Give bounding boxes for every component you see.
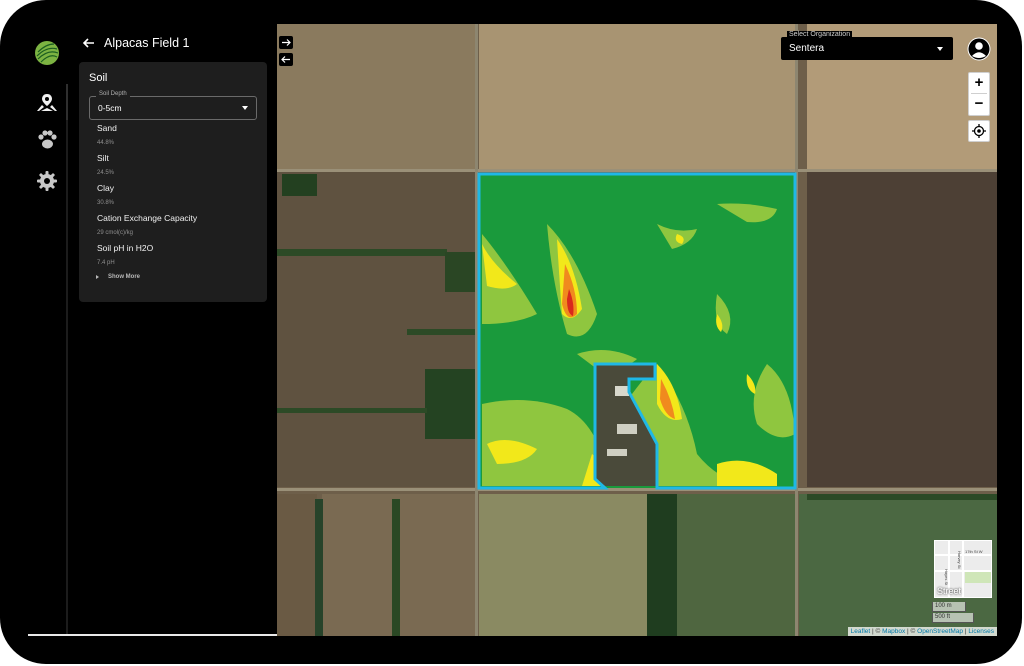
minimap-layer-label: Street bbox=[937, 586, 962, 596]
soil-depth-select[interactable]: Soil Depth 0-5cm bbox=[89, 91, 257, 120]
map-attribution: Leaflet | © Mapbox | © OpenStreetMap | L… bbox=[847, 627, 997, 636]
caret-down-icon bbox=[242, 106, 248, 110]
property-silt: Silt 24.5% bbox=[97, 153, 114, 176]
card-title: Soil bbox=[89, 72, 108, 84]
caret-down-icon bbox=[937, 47, 943, 51]
organization-label: Select Organization bbox=[787, 31, 853, 38]
side-panel: Alpacas Field 1 Soil Soil Depth 0-5cm Sa… bbox=[68, 24, 277, 636]
zoom-in-button[interactable]: + bbox=[969, 73, 989, 93]
property-cec: Cation Exchange Capacity 29 cmol(c)/kg bbox=[97, 213, 197, 236]
organization-select[interactable]: Select Organization Sentera bbox=[781, 31, 953, 60]
property-name: Cation Exchange Capacity bbox=[97, 213, 198, 223]
map-view[interactable]: Select Organization Sentera + − 17th St … bbox=[277, 24, 997, 636]
caret-right-icon bbox=[96, 275, 99, 279]
property-clay: Clay 30.8% bbox=[97, 183, 114, 206]
gear-icon[interactable] bbox=[36, 170, 58, 192]
openstreetmap-link[interactable]: OpenStreetMap bbox=[917, 628, 963, 635]
minimap-street-label: 17th St W bbox=[965, 549, 983, 554]
leaflet-link[interactable]: Leaflet bbox=[851, 628, 871, 635]
property-name: Clay bbox=[97, 183, 115, 193]
property-name: Sand bbox=[97, 123, 117, 133]
soil-card: Soil Soil Depth 0-5cm Sand 44.8% Silt 24… bbox=[79, 62, 267, 302]
expand-map-button[interactable] bbox=[279, 36, 293, 49]
scale-metric: 100 m bbox=[932, 602, 966, 612]
layer-switcher-minimap[interactable]: 17th St W Harvey St Hayes St Street bbox=[934, 540, 992, 598]
soil-depth-label: Soil Depth bbox=[96, 91, 130, 97]
crosshair-icon bbox=[972, 124, 986, 138]
licenses-link[interactable]: Licenses bbox=[968, 628, 994, 635]
arrow-right-icon bbox=[282, 39, 291, 46]
field-pin-icon[interactable] bbox=[36, 92, 58, 114]
back-nav[interactable]: Alpacas Field 1 bbox=[82, 34, 189, 52]
field-title: Alpacas Field 1 bbox=[104, 36, 190, 50]
property-name: Soil pH in H2O bbox=[97, 243, 154, 253]
property-value: 30.8% bbox=[97, 200, 115, 206]
property-value: 7.4 pH bbox=[97, 260, 115, 266]
mapbox-link[interactable]: Mapbox bbox=[882, 628, 905, 635]
minimap-street-label: Harvey St bbox=[957, 551, 962, 569]
organization-value: Sentera bbox=[789, 43, 825, 54]
nav-rail bbox=[28, 24, 68, 636]
zoom-out-button[interactable]: − bbox=[969, 94, 989, 114]
account-icon[interactable] bbox=[967, 37, 991, 61]
scale-imperial: 500 ft bbox=[932, 613, 974, 623]
collapse-panel-button[interactable] bbox=[279, 53, 293, 66]
zoom-control: + − bbox=[968, 72, 990, 116]
arrow-left-icon[interactable] bbox=[82, 36, 96, 50]
device-frame: Alpacas Field 1 Soil Soil Depth 0-5cm Sa… bbox=[0, 0, 1022, 664]
app-screen: Alpacas Field 1 Soil Soil Depth 0-5cm Sa… bbox=[28, 24, 997, 636]
attribution-separator: | © bbox=[905, 628, 918, 635]
property-sand: Sand 44.8% bbox=[97, 123, 117, 146]
property-name: Silt bbox=[97, 153, 109, 163]
property-value: 44.8% bbox=[97, 140, 115, 146]
satellite-imagery bbox=[277, 24, 997, 636]
property-ph: Soil pH in H2O 7.4 pH bbox=[97, 243, 153, 266]
locate-button[interactable] bbox=[968, 120, 990, 142]
arrow-left-icon bbox=[281, 56, 290, 63]
divider-line bbox=[28, 634, 278, 636]
property-value: 24.5% bbox=[97, 170, 115, 176]
attribution-separator: | © bbox=[870, 628, 883, 635]
show-more-button[interactable]: Show More bbox=[96, 274, 140, 280]
show-more-label: Show More bbox=[108, 274, 141, 280]
logo-icon[interactable] bbox=[34, 40, 60, 66]
property-value: 29 cmol(c)/kg bbox=[97, 230, 134, 236]
soil-depth-value: 0-5cm bbox=[98, 103, 122, 113]
paw-icon[interactable] bbox=[36, 129, 58, 151]
minimap-street-label: Hayes St bbox=[944, 569, 949, 586]
